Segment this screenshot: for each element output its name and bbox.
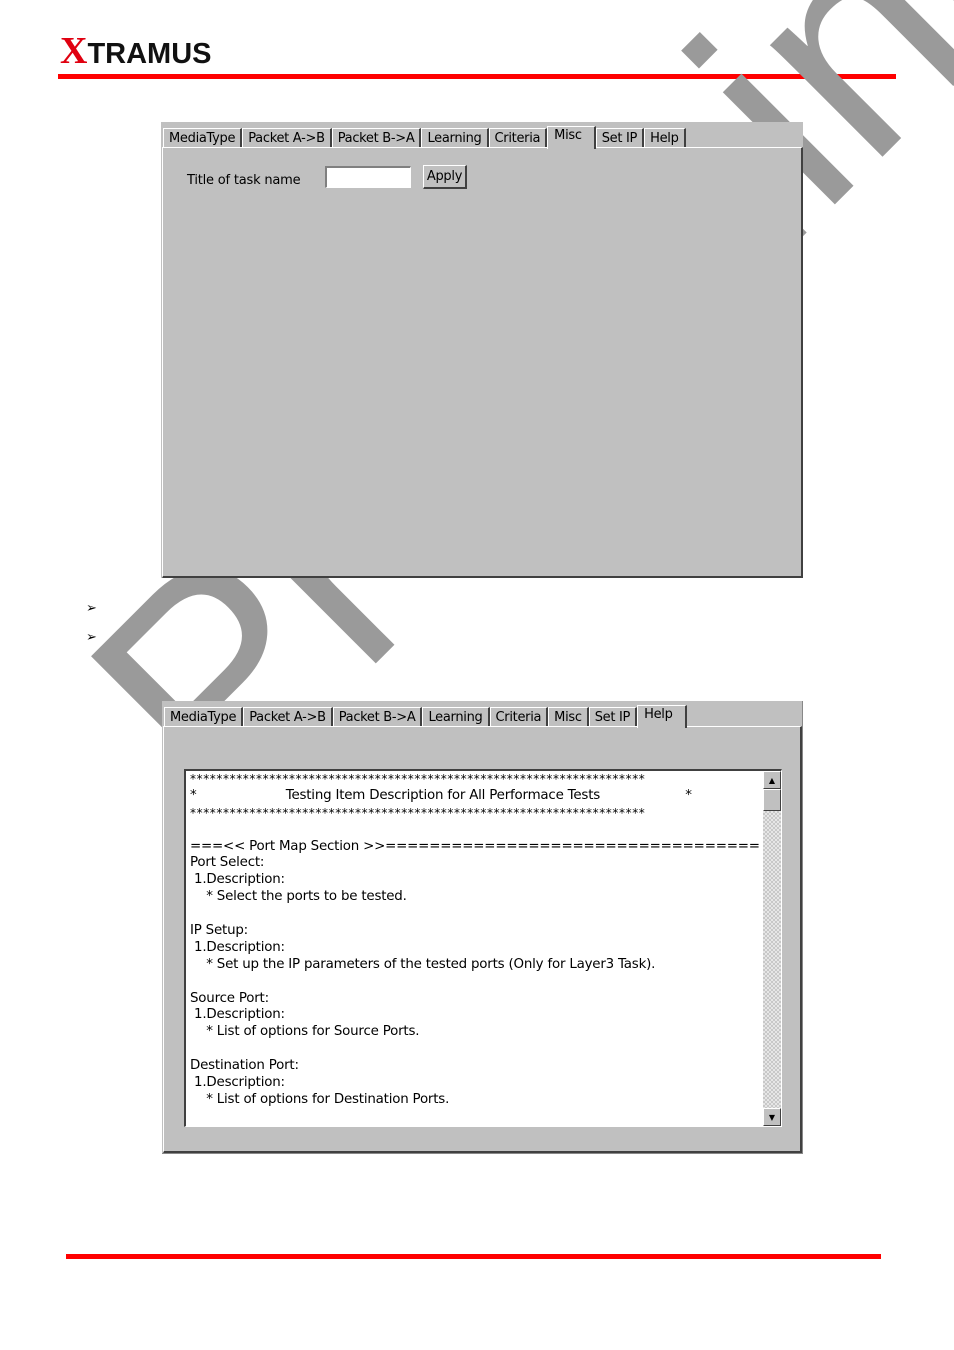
- arrow-up-icon: ▲: [768, 775, 776, 785]
- help-line: 1.Description:: [190, 872, 285, 888]
- help-line: Source Port:: [190, 990, 269, 1006]
- footer-rule: [66, 1254, 881, 1259]
- help-line: IP Setup:: [190, 923, 248, 939]
- tab-set-ip[interactable]: Set IP: [595, 128, 645, 148]
- tab-set-ip[interactable]: Set IP: [588, 707, 638, 727]
- help-line: * Select the ports to be tested.: [190, 889, 407, 905]
- header-rule: [58, 74, 896, 79]
- help-panel: ****************************************…: [163, 726, 802, 1153]
- tab-strip: MediaType Packet A->B Packet B->A Learning C…: [164, 705, 687, 728]
- help-line: 1.Description:: [190, 939, 285, 955]
- help-line: ****************************************…: [190, 805, 646, 820]
- tab-learning[interactable]: Learning: [421, 128, 489, 148]
- arrow-bullet-icon: ➢: [86, 630, 97, 645]
- tab-learning[interactable]: Learning: [422, 707, 490, 727]
- logo-text: TRAMUS: [87, 38, 212, 70]
- tab-packet-a-b[interactable]: Packet A->B: [243, 707, 333, 727]
- logo-x: X: [60, 30, 88, 72]
- help-line: ****************************************…: [190, 772, 646, 786]
- help-line: [190, 906, 762, 923]
- help-line: * List of options for Destination Ports.: [190, 1091, 450, 1107]
- arrow-down-icon: ▼: [768, 1112, 776, 1122]
- help-text: ****************************************…: [190, 771, 762, 1125]
- help-line: * Set up the IP parameters of the tested…: [190, 956, 656, 972]
- help-line: Destination Port:: [190, 1058, 299, 1074]
- tab-strip: MediaType Packet A->B Packet B->A Learning C…: [163, 126, 686, 149]
- tab-help[interactable]: Help: [644, 128, 686, 148]
- help-line: Port Select:: [190, 855, 265, 871]
- help-line: ===<< Port Map Section >>===============…: [190, 838, 760, 854]
- help-line: [190, 822, 762, 839]
- tab-mediatype[interactable]: MediaType: [163, 128, 243, 148]
- tab-mediatype[interactable]: MediaType: [164, 707, 244, 727]
- help-text-area[interactable]: ****************************************…: [184, 769, 782, 1127]
- vertical-scrollbar[interactable]: ▲ ▼: [763, 771, 781, 1126]
- tab-criteria[interactable]: Criteria: [488, 128, 548, 148]
- tab-packet-a-b[interactable]: Packet A->B: [242, 128, 332, 148]
- tab-help[interactable]: Help: [637, 705, 687, 728]
- xtramus-logo: XTRAMUS: [60, 32, 212, 70]
- scroll-thumb[interactable]: [763, 789, 781, 811]
- misc-tab-window: MediaType Packet A->B Packet B->A Learning C…: [161, 122, 803, 578]
- arrow-bullet-icon: ➢: [86, 601, 97, 616]
- tab-packet-b-a[interactable]: Packet B->A: [331, 128, 422, 148]
- tab-misc[interactable]: Misc: [548, 707, 589, 727]
- tab-criteria[interactable]: Criteria: [489, 707, 549, 727]
- help-line: * List of options for Source Ports.: [190, 1024, 420, 1040]
- scroll-down-button[interactable]: ▼: [763, 1108, 781, 1126]
- tab-misc[interactable]: Misc: [547, 126, 596, 149]
- help-line: 1.Description:: [190, 1075, 285, 1091]
- tab-packet-b-a[interactable]: Packet B->A: [332, 707, 423, 727]
- help-line: [190, 1041, 762, 1058]
- task-name-input[interactable]: [325, 166, 411, 188]
- misc-panel: Title of task name Apply: [162, 147, 803, 578]
- help-line: * Testing Item Description for All Perfo…: [190, 787, 692, 803]
- task-name-label: Title of task name: [187, 173, 301, 188]
- help-line: [190, 1109, 762, 1125]
- help-line: 1.Description:: [190, 1007, 285, 1023]
- help-tab-window: MediaType Packet A->B Packet B->A Learning C…: [162, 701, 803, 1154]
- scroll-up-button[interactable]: ▲: [763, 771, 781, 789]
- help-line: [190, 974, 762, 991]
- apply-button[interactable]: Apply: [423, 165, 467, 189]
